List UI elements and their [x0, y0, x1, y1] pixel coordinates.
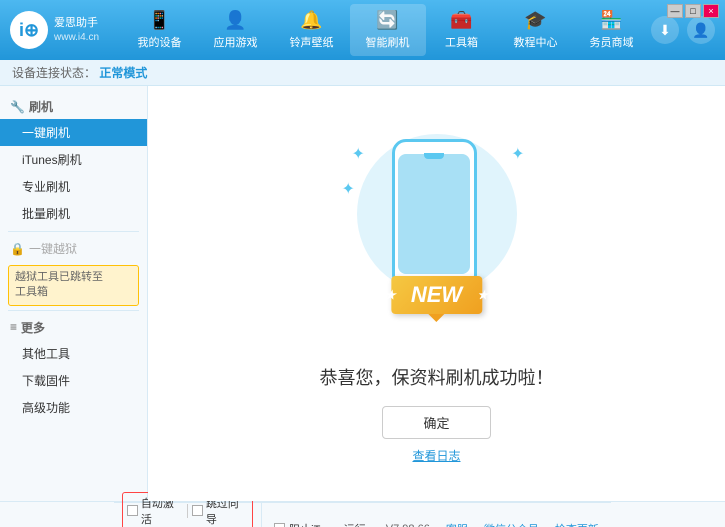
phone-screen — [398, 154, 470, 274]
sidebar-item-itunes-flash[interactable]: iTunes刷机 — [0, 146, 147, 173]
auto-activate-checkbox[interactable] — [127, 505, 138, 516]
smart-brush-icon: 🔄 — [376, 10, 398, 31]
nav-tab-tutorial[interactable]: 🎓 教程中心 — [498, 4, 574, 56]
sparkle-icon-1: ✦ — [352, 144, 365, 164]
nav-tab-my-device[interactable]: 📱 我的设备 — [122, 4, 198, 56]
logo-area: i⊕ 爱思助手 www.i4.cn — [10, 11, 120, 49]
maximize-button[interactable]: □ — [685, 4, 701, 18]
more-icon: ≡ — [10, 320, 17, 334]
confirm-button[interactable]: 确定 — [382, 406, 490, 439]
success-text: 恭喜您，保资料刷机成功啦！ — [320, 364, 554, 390]
new-badge: ★ NEW ★ — [391, 276, 482, 314]
minimize-button[interactable]: — — [667, 4, 683, 18]
main-layout: 🔧 刷机 一键刷机 iTunes刷机 专业刷机 批量刷机 🔒 一键越狱 越狱工具… — [0, 86, 725, 501]
wechat-link[interactable]: 微信公众号 — [484, 521, 539, 527]
sparkle-icon-3: ✦ — [511, 144, 524, 164]
version-label: V7.98.66 — [386, 523, 430, 527]
nav-tab-smart-brush[interactable]: 🔄 智能刷机 — [350, 4, 426, 56]
badge-arrow — [428, 314, 444, 322]
lock-icon: 🔒 — [10, 242, 25, 256]
sidebar-item-other-tools[interactable]: 其他工具 — [0, 340, 147, 367]
nav-tabs: 📱 我的设备 👤 应用游戏 🔔 铃声壁纸 🔄 智能刷机 🧰 工具箱 🎓 — [120, 4, 651, 56]
bottom-right: V7.98.66 客服 微信公众号 检查更新 — [386, 521, 599, 527]
sidebar-item-advanced[interactable]: 高级功能 — [0, 394, 147, 421]
sidebar-divider-1 — [8, 231, 139, 232]
header: i⊕ 爱思助手 www.i4.cn 📱 我的设备 👤 应用游戏 🔔 铃声壁纸 🔄 — [0, 0, 725, 60]
sidebar-section-jailbreak: 🔒 一键越狱 — [0, 236, 147, 261]
toolbox-icon: 🧰 — [450, 10, 472, 31]
auto-guide-checkbox[interactable] — [192, 505, 203, 516]
service-icon: 🏪 — [600, 10, 622, 31]
main-content: ✦ ✦ ✦ ★ NEW ★ 恭喜您，保资料刷机成功啦！ 确定 查看日志 — [148, 86, 725, 501]
logo-icon: i⊕ — [10, 11, 48, 49]
close-button[interactable]: × — [703, 4, 719, 18]
option-separator — [187, 504, 188, 518]
nav-tab-ringtone[interactable]: 🔔 铃声壁纸 — [274, 4, 350, 56]
sidebar: 🔧 刷机 一键刷机 iTunes刷机 专业刷机 批量刷机 🔒 一键越狱 越狱工具… — [0, 86, 148, 501]
sidebar-item-download-firmware[interactable]: 下载固件 — [0, 367, 147, 394]
flash-icon: 🔧 — [10, 100, 25, 114]
nav-tab-apps-games[interactable]: 👤 应用游戏 — [198, 4, 274, 56]
sidebar-section-more: ≡ 更多 — [0, 315, 147, 340]
sidebar-divider-2 — [8, 310, 139, 311]
device-icon: 📱 — [148, 10, 170, 31]
apps-icon: 👤 — [224, 10, 246, 31]
window-controls: — □ × — [667, 4, 719, 18]
log-link[interactable]: 查看日志 — [412, 447, 460, 464]
sidebar-section-flash: 🔧 刷机 — [0, 94, 147, 119]
tutorial-icon: 🎓 — [524, 10, 546, 31]
sidebar-item-one-key-flash[interactable]: 一键刷机 — [0, 119, 147, 146]
sidebar-jailbreak-notice: 越狱工具已跳转至工具箱 — [8, 265, 139, 306]
star-left-icon: ★ — [385, 288, 396, 302]
header-right: ⬇ 👤 — [651, 16, 715, 44]
download-button[interactable]: ⬇ — [651, 16, 679, 44]
sidebar-item-pro-flash[interactable]: 专业刷机 — [0, 173, 147, 200]
ringtone-icon: 🔔 — [300, 10, 322, 31]
itunes-checkbox[interactable] — [274, 523, 285, 527]
phone-notch — [424, 153, 444, 159]
phone-shape — [392, 139, 477, 289]
bottom-bar: 自动激活 跳过向导 📱 iPhone 15 Pro Max 512GB iPho… — [0, 501, 725, 527]
phone-illustration: ✦ ✦ ✦ ★ NEW ★ — [337, 124, 537, 344]
logo-text: 爱思助手 www.i4.cn — [54, 16, 99, 43]
nav-tab-toolbox[interactable]: 🧰 工具箱 — [426, 4, 498, 56]
nav-tab-service[interactable]: 🏪 务员商域 — [574, 4, 650, 56]
status-bar: 设备连接状态： 正常模式 — [0, 60, 725, 86]
sparkle-icon-2: ✦ — [342, 179, 355, 199]
customer-service-link[interactable]: 客服 — [446, 521, 468, 527]
user-button[interactable]: 👤 — [687, 16, 715, 44]
itunes-running-check[interactable]: 阻止iTunes运行 — [274, 521, 366, 527]
sidebar-item-batch-flash[interactable]: 批量刷机 — [0, 200, 147, 227]
check-update-link[interactable]: 检查更新 — [555, 521, 599, 527]
star-right-icon: ★ — [477, 288, 488, 302]
